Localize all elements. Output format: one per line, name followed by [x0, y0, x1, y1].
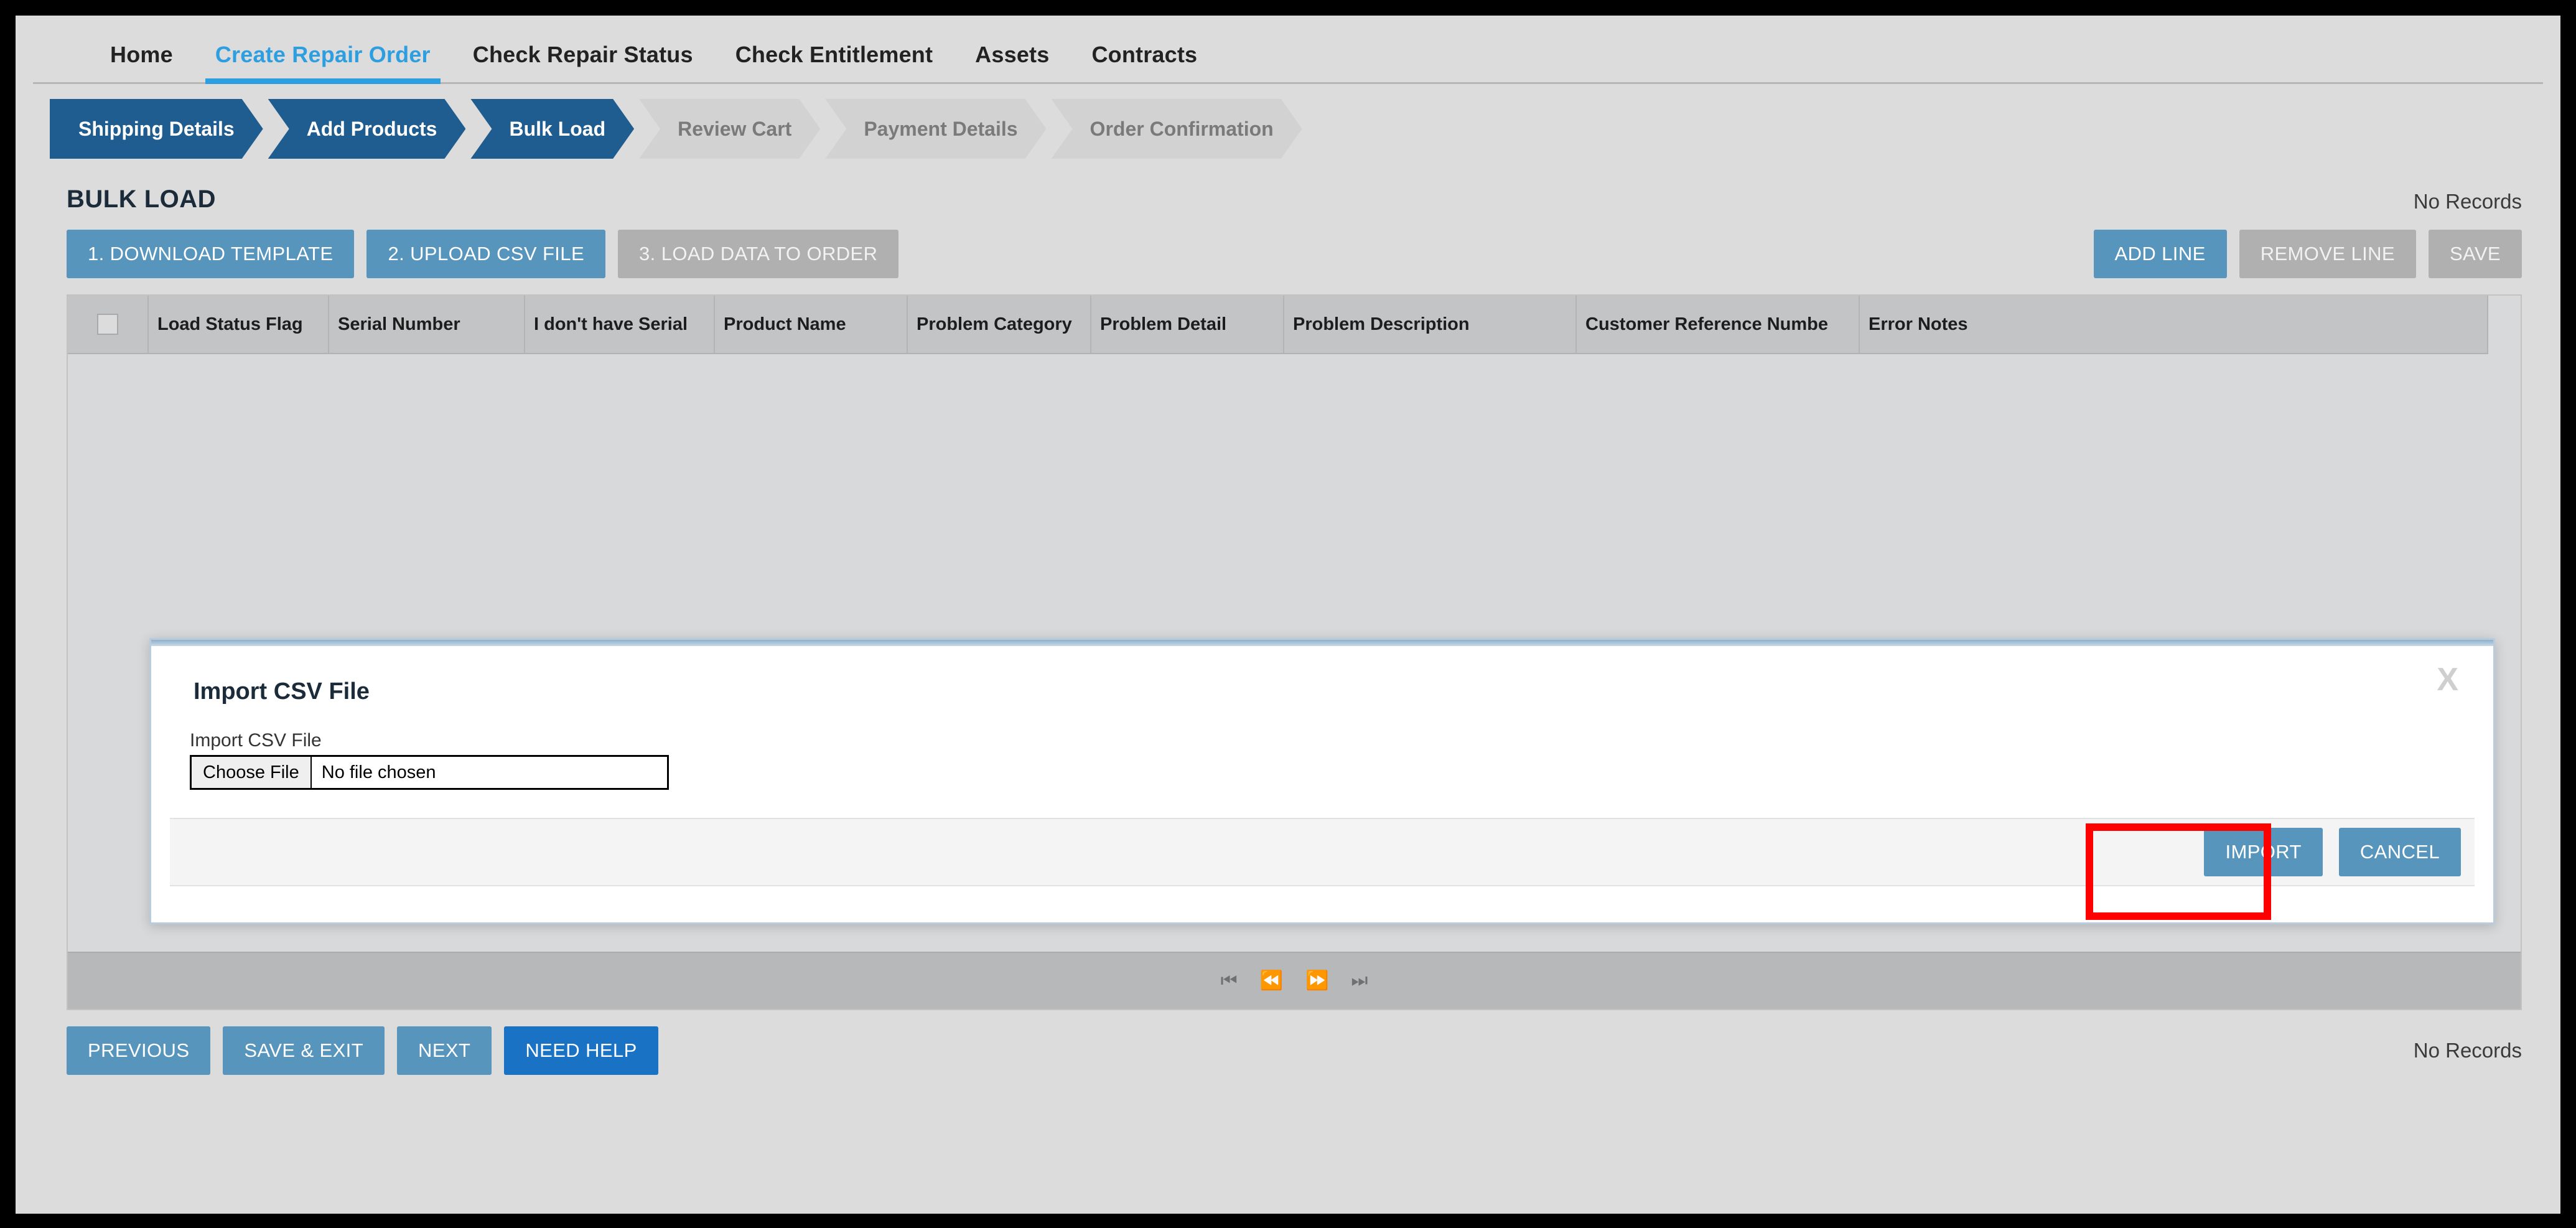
- wizard-step-add-products[interactable]: Add Products: [268, 99, 466, 159]
- grid-header-product-name[interactable]: Product Name: [715, 296, 908, 353]
- remove-line-button[interactable]: REMOVE LINE: [2239, 230, 2416, 278]
- top-navigation-bar: Home Create Repair Order Check Repair Stat…: [33, 16, 2543, 84]
- grid-header-error-notes[interactable]: Error Notes: [1860, 296, 2488, 353]
- nav-tab-create-repair-order[interactable]: Create Repair Order: [194, 42, 452, 84]
- wizard-step-shipping-details[interactable]: Shipping Details: [50, 99, 263, 159]
- records-status-top: No Records: [2413, 190, 2522, 213]
- nav-tab-check-entitlement[interactable]: Check Entitlement: [714, 42, 954, 84]
- wizard-progress-steps: Shipping Details Add Products Bulk Load Rev…: [50, 99, 2560, 159]
- wizard-step-order-confirmation[interactable]: Order Confirmation: [1052, 99, 1302, 159]
- select-all-checkbox[interactable]: [97, 314, 118, 335]
- wizard-step-bulk-load[interactable]: Bulk Load: [470, 99, 634, 159]
- nav-tab-list: Home Create Repair Order Check Repair Stat…: [33, 16, 2543, 84]
- grid-header-problem-detail[interactable]: Problem Detail: [1091, 296, 1284, 353]
- import-button[interactable]: IMPORT: [2204, 828, 2323, 876]
- toolbar-left-group: 1. DOWNLOAD TEMPLATE 2. UPLOAD CSV FILE …: [67, 230, 899, 278]
- nav-tab-assets[interactable]: Assets: [954, 42, 1070, 84]
- grid-pagination-bar: ⏮ ⏪ ⏩ ⏭: [68, 952, 2521, 1009]
- wizard-step-review-cart[interactable]: Review Cart: [639, 99, 820, 159]
- nav-tab-check-repair-status[interactable]: Check Repair Status: [452, 42, 714, 84]
- modal-footer: IMPORT CANCEL: [170, 818, 2475, 886]
- grid-header-serial-number[interactable]: Serial Number: [329, 296, 525, 353]
- save-button[interactable]: SAVE: [2428, 230, 2522, 278]
- cancel-button[interactable]: CANCEL: [2338, 828, 2461, 876]
- page-title-row: BULK LOAD No Records: [67, 181, 2522, 213]
- download-template-button[interactable]: 1. DOWNLOAD TEMPLATE: [67, 230, 355, 278]
- chosen-file-name: No file chosen: [321, 762, 436, 782]
- grid-header-row: Load Status Flag Serial Number I don't hav…: [68, 296, 2488, 354]
- wizard-bottom-bar: PREVIOUS SAVE & EXIT NEXT NEED HELP No R…: [67, 1026, 2522, 1075]
- next-page-icon[interactable]: ⏩: [1305, 972, 1328, 990]
- nav-tab-home[interactable]: Home: [89, 42, 194, 84]
- grid-header-customer-reference-numbe[interactable]: Customer Reference Numbe: [1577, 296, 1860, 353]
- bottom-left-group: PREVIOUS SAVE & EXIT NEXT NEED HELP: [67, 1026, 658, 1075]
- import-csv-field-label: Import CSV File: [190, 730, 322, 751]
- bulk-load-toolbar: 1. DOWNLOAD TEMPLATE 2. UPLOAD CSV FILE …: [67, 230, 2522, 278]
- file-input-control[interactable]: Choose File No file chosen: [190, 755, 669, 790]
- close-icon[interactable]: X: [2437, 663, 2458, 696]
- need-help-button[interactable]: NEED HELP: [504, 1026, 658, 1075]
- wizard-step-payment-details[interactable]: Payment Details: [825, 99, 1046, 159]
- records-status-bottom: No Records: [2413, 1039, 2522, 1062]
- next-button[interactable]: NEXT: [397, 1026, 492, 1075]
- first-page-icon[interactable]: ⏮: [1221, 972, 1238, 990]
- nav-tab-contracts[interactable]: Contracts: [1070, 42, 1218, 84]
- grid-header-select-all-cell: [68, 296, 149, 353]
- page-title: BULK LOAD: [67, 185, 217, 213]
- modal-title: Import CSV File: [194, 678, 370, 705]
- last-page-icon[interactable]: ⏭: [1351, 972, 1368, 990]
- upload-csv-file-button[interactable]: 2. UPLOAD CSV FILE: [366, 230, 606, 278]
- modal-top-band: [151, 640, 2493, 646]
- toolbar-right-group: ADD LINE REMOVE LINE SAVE: [2093, 230, 2522, 278]
- grid-header-load-status-flag[interactable]: Load Status Flag: [149, 296, 329, 353]
- choose-file-button[interactable]: Choose File: [192, 757, 312, 788]
- grid-header-problem-category[interactable]: Problem Category: [908, 296, 1091, 353]
- import-csv-modal: X Import CSV File Import CSV File Choose…: [149, 638, 2495, 924]
- load-data-to-order-button[interactable]: 3. LOAD DATA TO ORDER: [618, 230, 899, 278]
- previous-button[interactable]: PREVIOUS: [67, 1026, 211, 1075]
- add-line-button[interactable]: ADD LINE: [2093, 230, 2227, 278]
- grid-header-i-don-t-have-serial[interactable]: I don't have Serial: [525, 296, 715, 353]
- previous-page-icon[interactable]: ⏪: [1260, 972, 1283, 990]
- grid-header-problem-description[interactable]: Problem Description: [1284, 296, 1577, 353]
- save-and-exit-button[interactable]: SAVE & EXIT: [223, 1026, 385, 1075]
- application-window: Home Create Repair Order Check Repair Stat…: [16, 16, 2560, 1214]
